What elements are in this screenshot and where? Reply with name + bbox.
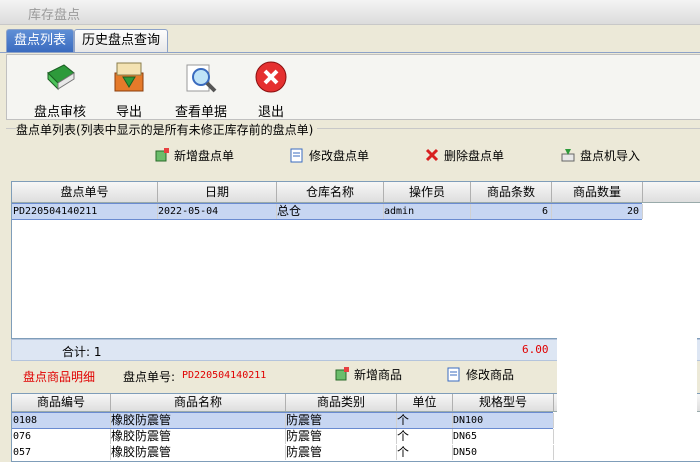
header-unit[interactable]: 单位 <box>397 394 453 411</box>
header-date[interactable]: 日期 <box>158 182 277 202</box>
cell-product-name: 橡胶防震管 <box>111 445 286 460</box>
add-icon <box>335 367 349 381</box>
view-document-button[interactable]: 查看单据 <box>166 59 236 120</box>
title-bar: 库存盘点 <box>0 0 700 25</box>
table-row[interactable]: 057 橡胶防震管 防震管 个 DN50 <box>12 445 554 460</box>
cell-product-category: 防震管 <box>286 429 397 444</box>
import-icon <box>561 149 575 162</box>
audit-button[interactable]: 盘点审核 <box>25 59 95 120</box>
qr-code-image <box>557 320 697 460</box>
cell-date: 2022-05-04 <box>158 204 277 219</box>
window-title: 库存盘点 <box>28 8 81 23</box>
table-row[interactable]: 076 橡胶防震管 防震管 个 DN65 <box>12 429 554 444</box>
header-operator[interactable]: 操作员 <box>384 182 471 202</box>
header-warehouse[interactable]: 仓库名称 <box>277 182 384 202</box>
view-document-label: 查看单据 <box>174 105 227 120</box>
header-spec[interactable]: 规格型号 <box>453 394 554 411</box>
header-product-code[interactable]: 商品编号 <box>12 394 111 411</box>
edit-icon <box>447 367 460 382</box>
table-row[interactable]: PD220504140211 2022-05-04 总仓 admin 6 20 <box>12 203 643 220</box>
delete-icon <box>425 148 439 162</box>
edit-inventory-label: 修改盘点单 <box>309 149 370 163</box>
scanner-import-button[interactable]: 盘点机导入 <box>560 146 640 166</box>
cell-spec: DN100 <box>453 413 554 428</box>
delete-inventory-button[interactable]: 删除盘点单 <box>424 146 504 166</box>
audit-label: 盘点审核 <box>33 105 86 120</box>
total-count: 合计: 1 <box>62 345 102 359</box>
cell-product-code: 076 <box>13 429 111 444</box>
cell-product-name: 橡胶防震管 <box>111 429 286 444</box>
add-inventory-button[interactable]: 新增盘点单 <box>154 146 234 166</box>
cell-product-category: 防震管 <box>286 445 397 460</box>
add-product-button[interactable]: 新增商品 <box>334 366 402 383</box>
export-button[interactable]: 导出 <box>94 59 164 120</box>
header-product-name[interactable]: 商品名称 <box>111 394 286 411</box>
inventory-list-table: 盘点单号 日期 仓库名称 操作员 商品条数 商品数量 PD22050414021… <box>11 181 700 339</box>
magnifier-icon <box>186 64 217 93</box>
main-toolbar: 盘点审核 导出 查看单据 退出 <box>6 54 700 120</box>
edit-product-button[interactable]: 修改商品 <box>446 366 514 383</box>
table-row[interactable]: 0108 橡胶防震管 防震管 个 DN100 <box>12 412 554 429</box>
cell-product-name: 橡胶防震管 <box>111 413 286 428</box>
cell-unit: 个 <box>397 445 453 460</box>
cell-item-count: 6 <box>471 204 552 219</box>
cell-unit: 个 <box>397 429 453 444</box>
book-icon <box>47 64 75 91</box>
edit-icon <box>290 148 303 163</box>
cell-unit: 个 <box>397 413 453 428</box>
detail-doc-no-value: PD220504140211 <box>182 370 267 381</box>
add-icon <box>155 148 169 162</box>
detail-title: 盘点商品明细 <box>23 370 96 384</box>
cell-product-category: 防震管 <box>286 413 397 428</box>
close-icon <box>255 61 287 93</box>
edit-product-label: 修改商品 <box>466 368 515 382</box>
cell-product-code: 0108 <box>13 413 111 428</box>
total-amount: 6.00 <box>522 343 549 356</box>
header-doc-no[interactable]: 盘点单号 <box>12 182 158 202</box>
tab-inventory-list[interactable]: 盘点列表 <box>6 29 75 52</box>
detail-doc-no-label: 盘点单号: <box>123 370 176 384</box>
edit-inventory-button[interactable]: 修改盘点单 <box>289 146 369 166</box>
add-inventory-label: 新增盘点单 <box>174 149 235 163</box>
header-quantity[interactable]: 商品数量 <box>552 182 643 202</box>
cell-warehouse: 总仓 <box>277 204 384 219</box>
header-item-count[interactable]: 商品条数 <box>471 182 552 202</box>
cell-doc-no: PD220504140211 <box>13 204 158 219</box>
cell-quantity: 20 <box>552 204 643 219</box>
table-header: 盘点单号 日期 仓库名称 操作员 商品条数 商品数量 <box>12 182 700 203</box>
delete-inventory-label: 删除盘点单 <box>444 149 505 163</box>
cell-operator: admin <box>384 204 471 219</box>
list-group-label: 盘点单列表(列表中显示的是所有未修正库存前的盘点单) <box>16 121 318 138</box>
cell-spec: DN50 <box>453 445 554 460</box>
scanner-import-label: 盘点机导入 <box>580 149 641 163</box>
tab-history-query[interactable]: 历史盘点查询 <box>74 29 169 52</box>
add-product-label: 新增商品 <box>354 368 403 382</box>
cell-product-code: 057 <box>13 445 111 460</box>
export-icon <box>114 62 144 92</box>
export-label: 导出 <box>115 105 142 120</box>
cell-spec: DN65 <box>453 429 554 444</box>
exit-label: 退出 <box>257 105 284 120</box>
tab-strip: 盘点列表 历史盘点查询 <box>0 26 700 53</box>
exit-button[interactable]: 退出 <box>236 59 306 120</box>
header-product-category[interactable]: 商品类别 <box>286 394 397 411</box>
